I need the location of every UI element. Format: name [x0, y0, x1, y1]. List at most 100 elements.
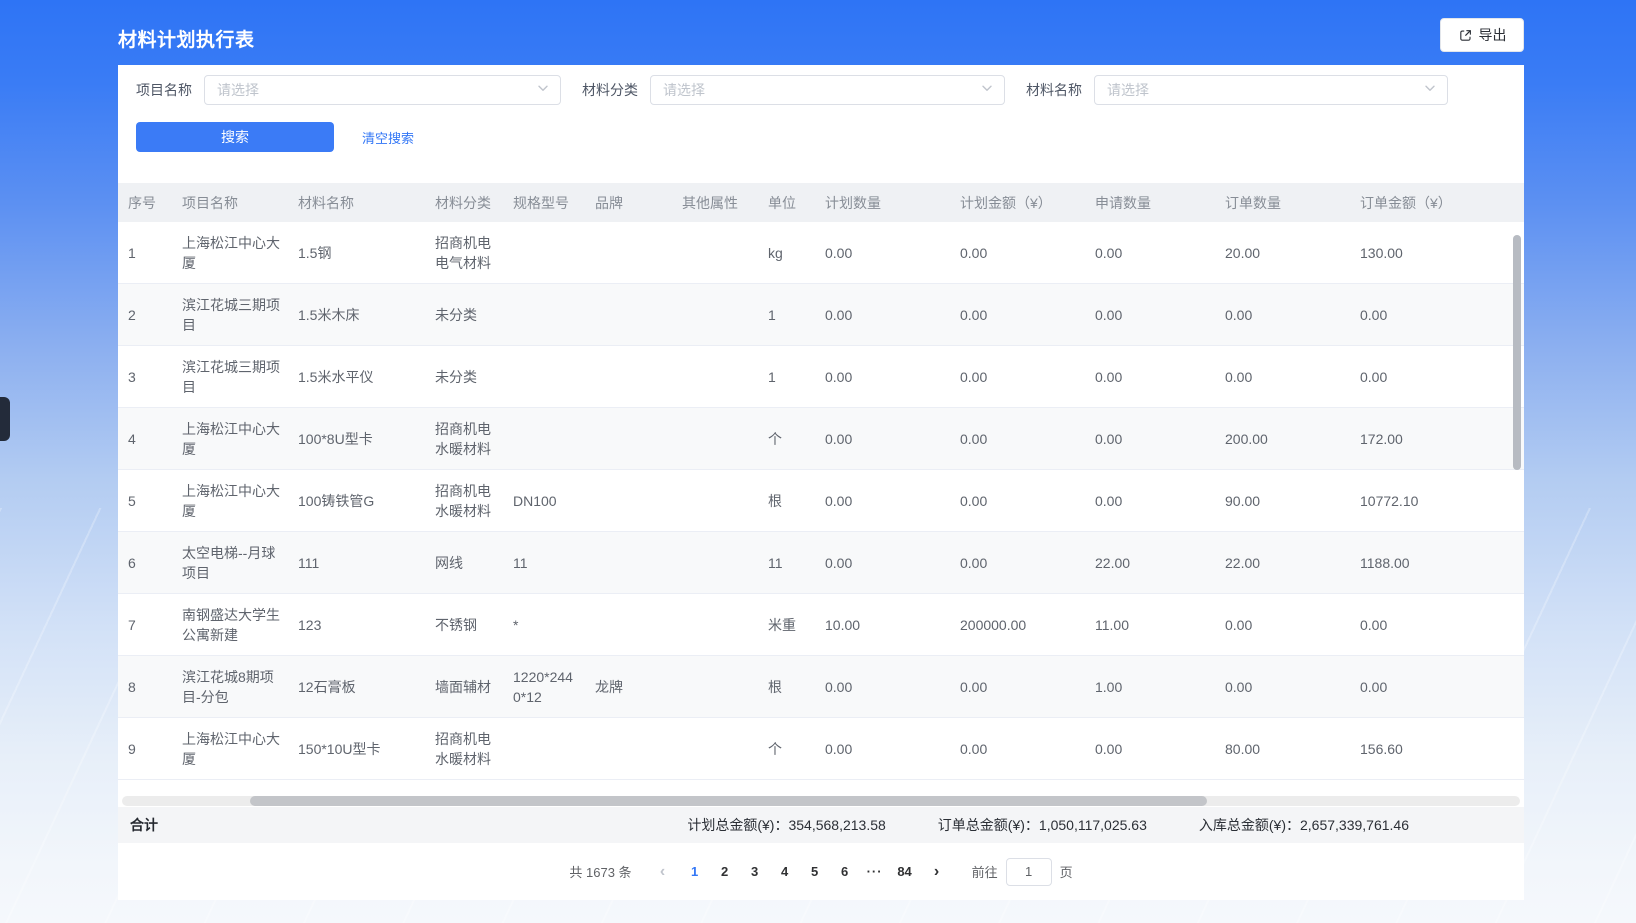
table-cell: 10.00 [815, 615, 950, 635]
page-number-2[interactable]: 2 [710, 857, 740, 887]
column-header: 申请数量 [1085, 193, 1215, 213]
table-cell: 0.00 [950, 429, 1085, 449]
main-panel: 项目名称 请选择 材料分类 请选择 材料名称 [118, 65, 1524, 900]
table-cell: 太空电梯--月球项目 [172, 543, 288, 583]
page-number-4[interactable]: 4 [770, 857, 800, 887]
goto-page-input[interactable] [1006, 858, 1052, 886]
table-row: 6太空电梯--月球项目111网线11110.000.0022.0022.0011… [118, 532, 1524, 594]
material-name-placeholder: 请选择 [1107, 80, 1423, 100]
table-cell: 0.00 [950, 739, 1085, 759]
table-cell: 0.00 [815, 243, 950, 263]
filter-group-material-category: 材料分类 请选择 [582, 75, 1005, 105]
table-cell: 上海松江中心大厦 [172, 233, 288, 273]
goto-label: 前往 [972, 862, 998, 881]
table-cell: 22.00 [1215, 553, 1350, 573]
table-cell: 不锈钢 [425, 615, 503, 635]
column-header: 订单金额（¥） [1350, 193, 1508, 213]
table-cell: 90.00 [1215, 491, 1350, 511]
page-number-3[interactable]: 3 [740, 857, 770, 887]
column-header: 项目名称 [172, 193, 288, 213]
table-header: 序号项目名称材料名称材料分类规格型号品牌其他属性单位计划数量计划金额（¥）申请数… [118, 183, 1524, 222]
table-cell: 3 [118, 367, 172, 387]
table-cell: 9 [118, 739, 172, 759]
summary-total-label: 合计 [130, 815, 158, 835]
table-cell: kg [758, 243, 815, 263]
pagination-total: 共 1673 条 [569, 862, 631, 881]
page-number-84[interactable]: 84 [890, 857, 920, 887]
table-cell: 未分类 [425, 305, 503, 325]
table-cell: 0.00 [1085, 367, 1215, 387]
table-cell: 招商机电水暖材料 [425, 419, 503, 459]
table-cell: 0.00 [950, 677, 1085, 697]
table-cell: 4 [118, 429, 172, 449]
table-cell: 0.00 [815, 739, 950, 759]
table-cell: 6 [118, 553, 172, 573]
table-row: 8滨江花城8期项目-分包12石膏板墙面辅材1220*2440*12龙牌根0.00… [118, 656, 1524, 718]
vertical-scrollbar[interactable] [1513, 235, 1521, 470]
table-cell: 上海松江中心大厦 [172, 481, 288, 521]
page-number-1[interactable]: 1 [680, 857, 710, 887]
export-icon [1458, 28, 1473, 43]
column-header: 计划数量 [815, 193, 950, 213]
table-cell: 200000.00 [950, 615, 1085, 635]
material-name-select[interactable]: 请选择 [1094, 75, 1448, 105]
table-row: 7南钢盛达大学生公寓新建123不锈钢*米重10.00200000.0011.00… [118, 594, 1524, 656]
table-cell: 123 [288, 615, 425, 635]
table-cell: 2 [118, 305, 172, 325]
table-cell: 0.00 [1215, 367, 1350, 387]
order-total-amount: 订单总金额(¥)：1,050,117,025.63 [938, 815, 1147, 835]
search-button[interactable]: 搜索 [136, 122, 334, 152]
table-cell: 0.00 [1350, 367, 1508, 387]
table-cell: 0.00 [815, 553, 950, 573]
filter-row: 项目名称 请选择 材料分类 请选择 材料名称 [136, 75, 1506, 105]
goto-suffix: 页 [1060, 862, 1073, 881]
clear-search-button[interactable]: 清空搜索 [362, 128, 414, 147]
table-cell: 0.00 [815, 305, 950, 325]
table-cell: 172.00 [1350, 429, 1508, 449]
table-cell: 上海松江中心大厦 [172, 729, 288, 769]
column-header: 单位 [758, 193, 815, 213]
project-name-select[interactable]: 请选择 [204, 75, 561, 105]
table-cell: 150*10U型卡 [288, 739, 425, 759]
table-row: 1上海松江中心大厦1.5钢招商机电电气材料kg0.000.000.0020.00… [118, 222, 1524, 284]
goto-page: 前往 页 [972, 858, 1073, 886]
summary-items: 计划总金额(¥)：354,568,213.58 订单总金额(¥)：1,050,1… [687, 815, 1409, 835]
chevron-down-icon [980, 81, 994, 100]
table-cell: 0.00 [1350, 677, 1508, 697]
chevron-down-icon [536, 81, 550, 100]
table-cell: 0.00 [1085, 305, 1215, 325]
project-name-placeholder: 请选择 [217, 80, 536, 100]
horizontal-scrollbar-thumb[interactable] [250, 796, 1207, 806]
table-cell: 1.5米水平仪 [288, 367, 425, 387]
page-number-5[interactable]: 5 [800, 857, 830, 887]
column-header: 序号 [118, 193, 172, 213]
column-header: 规格型号 [503, 193, 585, 213]
table-cell: 根 [758, 491, 815, 511]
export-button[interactable]: 导出 [1440, 18, 1524, 52]
pagination: 共 1673 条 ‹ 123456···84 › 前往 页 [118, 843, 1524, 900]
sidebar-collapse-handle[interactable] [0, 397, 10, 441]
table-cell: 7 [118, 615, 172, 635]
table-cell: 招商机电水暖材料 [425, 481, 503, 521]
inbound-total-amount: 入库总金额(¥)：2,657,339,761.46 [1199, 815, 1409, 835]
chevron-down-icon [1423, 81, 1437, 100]
prev-page-button[interactable]: ‹ [648, 857, 678, 887]
table-cell: * [503, 615, 585, 635]
table-cell: 0.00 [950, 553, 1085, 573]
column-header: 材料名称 [288, 193, 425, 213]
table-cell: 130.00 [1350, 243, 1508, 263]
table-cell: 11 [503, 553, 585, 573]
filter-group-material-name: 材料名称 请选择 [1026, 75, 1448, 105]
table-cell: 0.00 [950, 491, 1085, 511]
table-cell: 11.00 [1085, 615, 1215, 635]
column-header: 计划金额（¥） [950, 193, 1085, 213]
table-cell: 100铸铁管G [288, 491, 425, 511]
table-body: 1上海松江中心大厦1.5钢招商机电电气材料kg0.000.000.0020.00… [118, 222, 1524, 795]
next-page-button[interactable]: › [922, 857, 952, 887]
more-pages-icon[interactable]: ··· [860, 857, 890, 887]
page-number-6[interactable]: 6 [830, 857, 860, 887]
table-cell: 滨江花城三期项目 [172, 295, 288, 335]
filter-actions: 搜索 清空搜索 [136, 122, 1506, 152]
material-category-select[interactable]: 请选择 [650, 75, 1005, 105]
table-cell: 0.00 [1085, 429, 1215, 449]
